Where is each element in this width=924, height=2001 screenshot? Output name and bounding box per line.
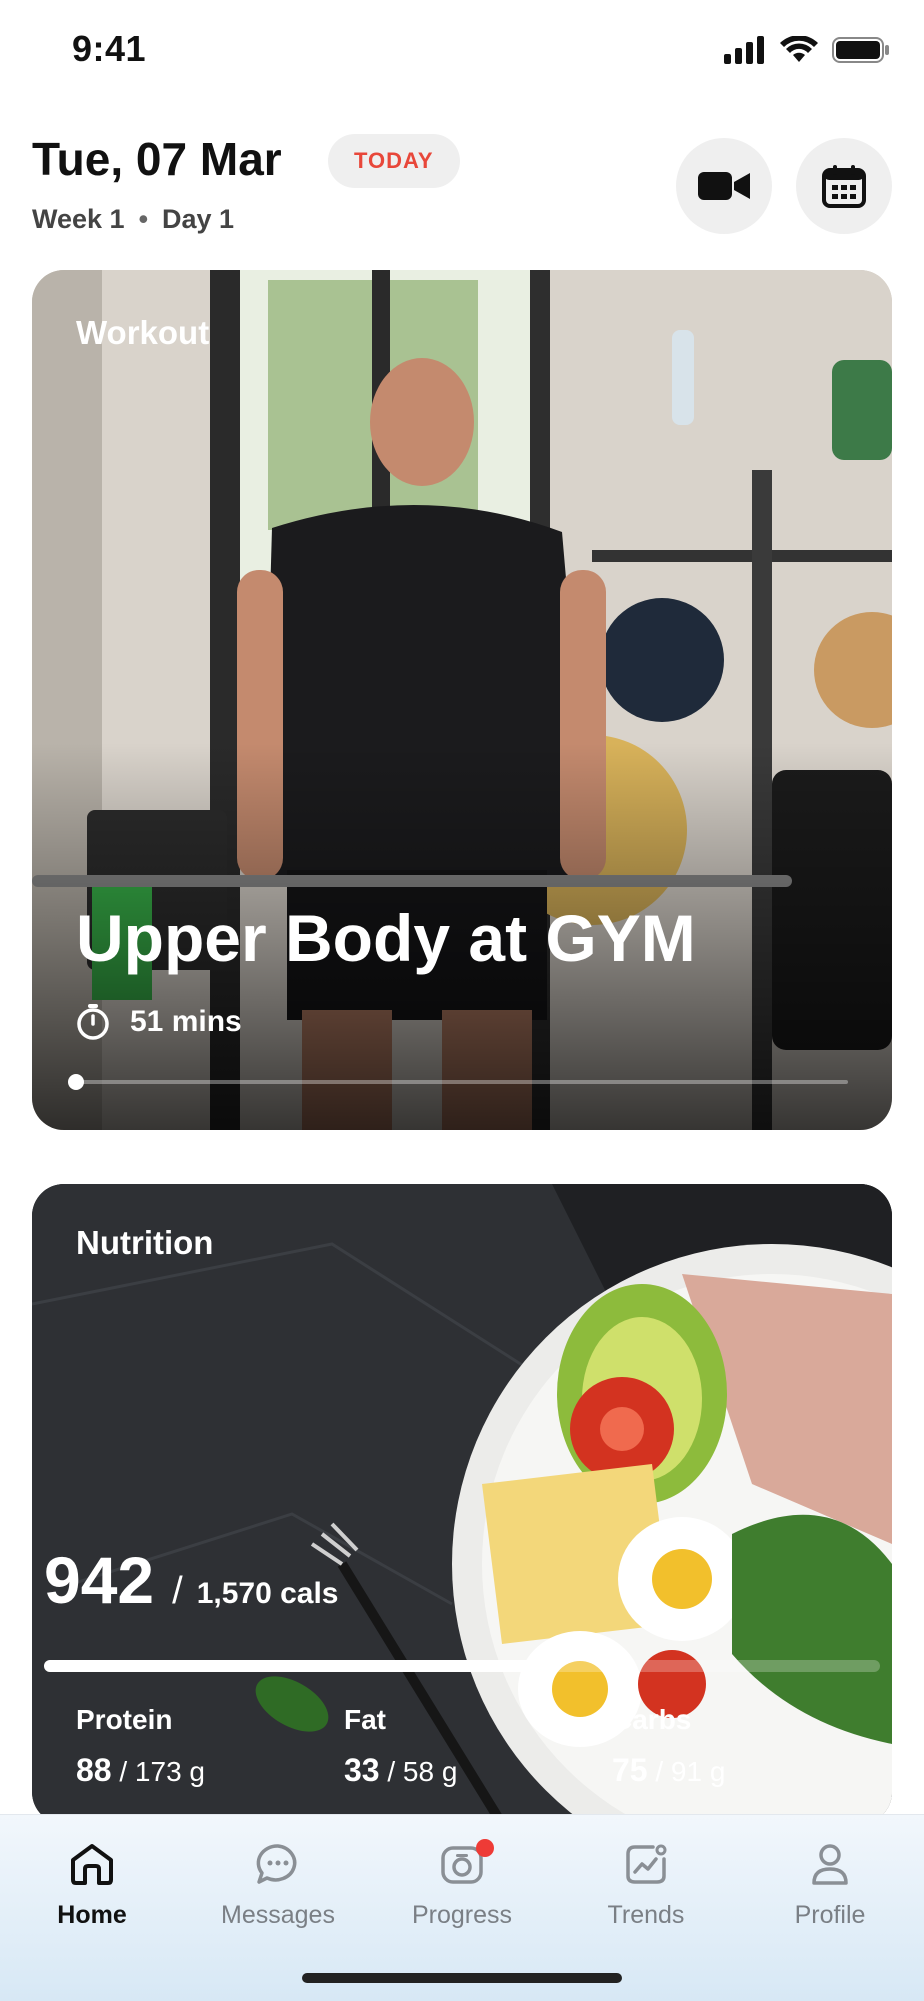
tab-label: Profile <box>794 1901 866 1929</box>
week-day-line: Week 1 • Day 1 <box>32 204 234 235</box>
home-icon <box>71 1844 113 1885</box>
home-indicator <box>302 1973 622 1983</box>
macro-name: Carbs <box>612 1704 692 1735</box>
macro-carbs: Carbs 75 / 91 g <box>612 1704 725 1789</box>
tab-progress[interactable]: Progress <box>372 1829 552 1930</box>
nutrition-section-label: Nutrition <box>76 1224 214 1261</box>
calendar-icon <box>822 165 866 208</box>
workout-progress-bar[interactable] <box>68 1074 848 1090</box>
calories-consumed: 942 <box>44 1543 155 1617</box>
bottom-tab-bar: Home Messages Progress Trends Profile <box>0 1814 924 2001</box>
macro-amount: 33 <box>344 1752 380 1788</box>
video-camera-icon <box>698 172 750 200</box>
trends-icon <box>626 1844 667 1884</box>
calories-progress-bar <box>44 1660 880 1672</box>
tab-label: Progress <box>411 1901 513 1929</box>
tab-label: Trends <box>607 1901 685 1929</box>
macro-value: 33 / 58 g <box>344 1752 457 1789</box>
chat-icon <box>256 1844 297 1884</box>
macro-name: Fat <box>344 1704 386 1735</box>
macro-fat: Fat 33 / 58 g <box>344 1704 457 1789</box>
day-label: Day 1 <box>162 204 235 234</box>
duration-text: 51 mins <box>130 1005 242 1038</box>
video-button[interactable] <box>676 138 772 234</box>
tab-home[interactable]: Home <box>2 1829 182 1930</box>
macro-amount: 88 <box>76 1752 112 1788</box>
macro-protein: Protein 88 / 173 g <box>76 1704 205 1789</box>
macro-value: 88 / 173 g <box>76 1752 205 1789</box>
separator-dot: • <box>138 204 149 234</box>
macro-amount: 75 <box>612 1752 648 1788</box>
workout-progress-knob[interactable] <box>68 1074 84 1090</box>
status-bar: 9:41 <box>0 0 924 100</box>
tab-messages[interactable]: Messages <box>188 1829 368 1930</box>
workout-card[interactable]: Workout Upper Body at GYM 51 mins <box>32 270 892 1130</box>
status-icons <box>724 36 890 64</box>
workout-title: Upper Body at GYM <box>76 901 696 975</box>
macro-goal: / 173 g <box>119 1756 206 1787</box>
macro-goal: / 58 g <box>387 1756 458 1787</box>
notification-dot <box>476 1839 494 1857</box>
macro-goal: / 91 g <box>655 1756 726 1787</box>
calendar-button[interactable] <box>796 138 892 234</box>
tab-profile[interactable]: Profile <box>740 1829 920 1930</box>
tab-label: Messages <box>221 1901 335 1929</box>
calories-progress-fill <box>44 1660 546 1672</box>
calories-goal: 1,570 cals <box>196 1577 339 1610</box>
stopwatch-icon <box>77 1004 109 1040</box>
battery-icon <box>832 37 889 63</box>
tab-label: Home <box>57 1901 127 1929</box>
macro-value: 75 / 91 g <box>612 1752 725 1789</box>
signal-icon <box>724 36 764 64</box>
workout-duration: 51 mins <box>76 1004 242 1040</box>
macro-name: Protein <box>76 1704 173 1735</box>
week-label: Week 1 <box>32 204 125 234</box>
workout-photo <box>32 270 892 1130</box>
status-time: 9:41 <box>72 28 147 69</box>
tab-trends[interactable]: Trends <box>556 1829 736 1930</box>
wifi-icon <box>780 36 818 62</box>
calories-separator: / <box>172 1570 183 1612</box>
profile-icon <box>812 1844 848 1885</box>
workout-section-label: Workout <box>76 314 210 351</box>
today-badge[interactable]: TODAY <box>328 134 460 188</box>
calories-summary: 942 / 1,570 cals <box>44 1542 338 1618</box>
header-date: Tue, 07 Mar <box>32 133 282 185</box>
